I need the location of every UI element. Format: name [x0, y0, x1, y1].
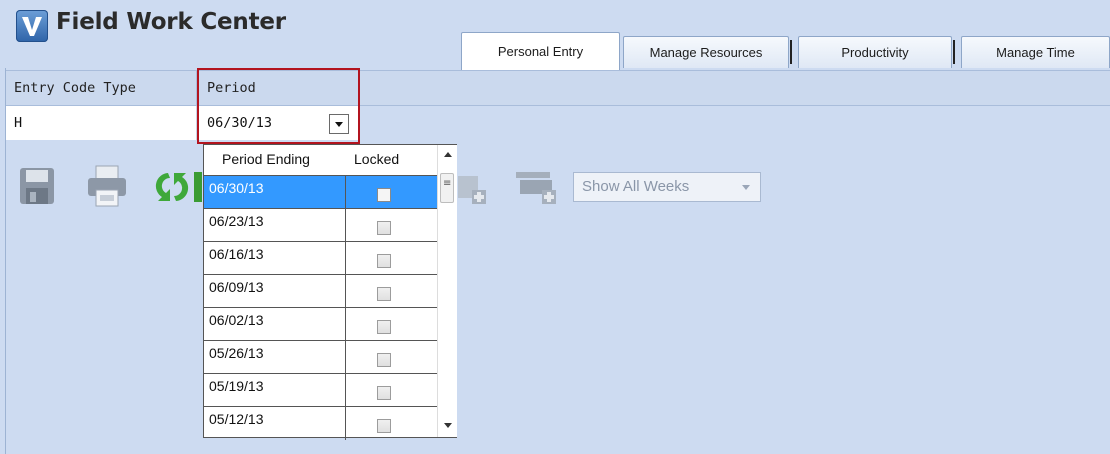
- tab-label: Manage Time: [996, 45, 1075, 60]
- locked-checkbox[interactable]: [377, 353, 391, 367]
- period-option-date: 05/26/13: [209, 345, 264, 361]
- add-row-icon[interactable]: [456, 170, 490, 206]
- period-option-row[interactable]: 06/23/13: [204, 208, 437, 242]
- column-divider: [345, 209, 346, 242]
- column-divider: [345, 242, 346, 275]
- scroll-thumb[interactable]: [440, 173, 454, 203]
- period-option-row[interactable]: 05/26/13: [204, 340, 437, 374]
- column-header-locked: Locked: [354, 151, 400, 167]
- period-option-date: 06/02/13: [209, 312, 264, 328]
- tab-personal-entry[interactable]: Personal Entry: [461, 32, 620, 70]
- locked-checkbox[interactable]: [377, 254, 391, 268]
- period-option-row[interactable]: 06/02/13: [204, 307, 437, 341]
- column-divider: [345, 407, 346, 440]
- locked-checkbox[interactable]: [377, 320, 391, 334]
- locked-checkbox[interactable]: [377, 188, 391, 202]
- entry-code-type-field[interactable]: H: [6, 106, 197, 140]
- period-option-row[interactable]: 06/16/13: [204, 241, 437, 275]
- tab-label: Productivity: [841, 45, 909, 60]
- chevron-down-icon: [742, 185, 750, 190]
- dropdown-header: Period Ending Locked: [204, 145, 437, 175]
- period-option-date: 06/09/13: [209, 279, 264, 295]
- refresh-icon[interactable]: [154, 170, 202, 204]
- add-rows-icon[interactable]: [514, 166, 558, 206]
- week-filter-select[interactable]: Show All Weeks: [573, 172, 761, 202]
- period-option-date: 06/30/13: [209, 180, 264, 196]
- tab-productivity[interactable]: Productivity: [798, 36, 955, 68]
- scroll-up-icon[interactable]: [444, 152, 452, 157]
- column-divider: [345, 176, 346, 209]
- period-dropdown-list: Period Ending Locked 06/30/13 06/23/13 06/…: [203, 144, 457, 440]
- column-header-entry-code-type[interactable]: Entry Code Type: [6, 71, 197, 105]
- period-option-row[interactable]: 05/19/13: [204, 373, 437, 407]
- locked-checkbox[interactable]: [377, 386, 391, 400]
- period-option-date: 05/19/13: [209, 378, 264, 394]
- week-filter-value: Show All Weeks: [582, 178, 690, 195]
- column-divider: [345, 341, 346, 374]
- locked-checkbox[interactable]: [377, 221, 391, 235]
- save-icon[interactable]: [18, 166, 56, 206]
- column-header-period-ending: Period Ending: [222, 151, 310, 167]
- period-option-date: 06/23/13: [209, 213, 264, 229]
- print-icon[interactable]: [86, 164, 128, 208]
- scroll-down-icon[interactable]: [444, 423, 452, 428]
- period-option-row[interactable]: 05/12/13: [204, 406, 437, 440]
- tab-manage-time[interactable]: Manage Time: [961, 36, 1110, 68]
- period-highlight-box: [197, 68, 360, 144]
- tab-separator: [953, 40, 955, 64]
- app-title: Field Work Center: [56, 9, 286, 35]
- column-divider: [345, 275, 346, 308]
- period-option-row[interactable]: 06/09/13: [204, 274, 437, 308]
- tab-label: Personal Entry: [497, 44, 584, 59]
- app-window: Field Work Center Personal Entry Manage …: [0, 0, 1110, 454]
- dropdown-scrollbar[interactable]: [437, 145, 457, 437]
- tab-separator: [790, 40, 792, 64]
- period-option-row[interactable]: 06/30/13: [204, 175, 437, 209]
- locked-checkbox[interactable]: [377, 419, 391, 433]
- period-option-date: 05/12/13: [209, 411, 264, 427]
- column-divider: [345, 374, 346, 407]
- tab-manage-resources[interactable]: Manage Resources: [623, 36, 792, 68]
- locked-checkbox[interactable]: [377, 287, 391, 301]
- column-divider: [345, 308, 346, 341]
- period-option-date: 06/16/13: [209, 246, 264, 262]
- tab-label: Manage Resources: [649, 45, 763, 60]
- grid-header-row: Entry Code Type Period: [6, 70, 1110, 106]
- app-logo-icon: [16, 10, 48, 42]
